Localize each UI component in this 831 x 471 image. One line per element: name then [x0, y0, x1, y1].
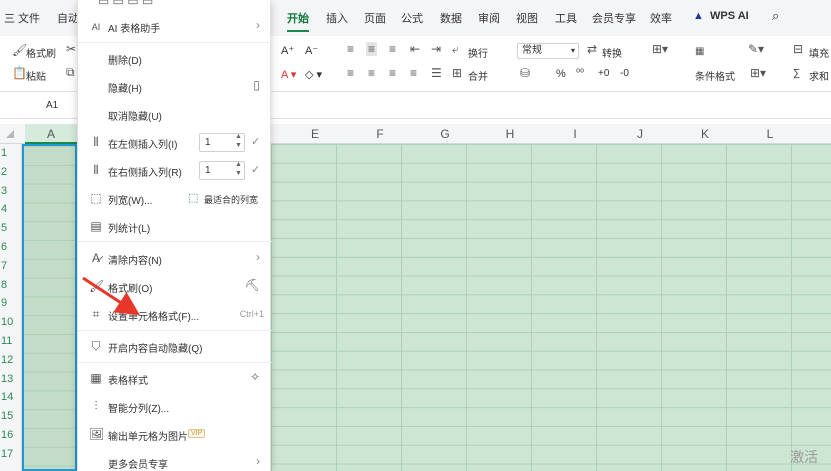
- annotation-arrow: [82, 276, 141, 316]
- activation-watermark: 激活: [790, 449, 818, 465]
